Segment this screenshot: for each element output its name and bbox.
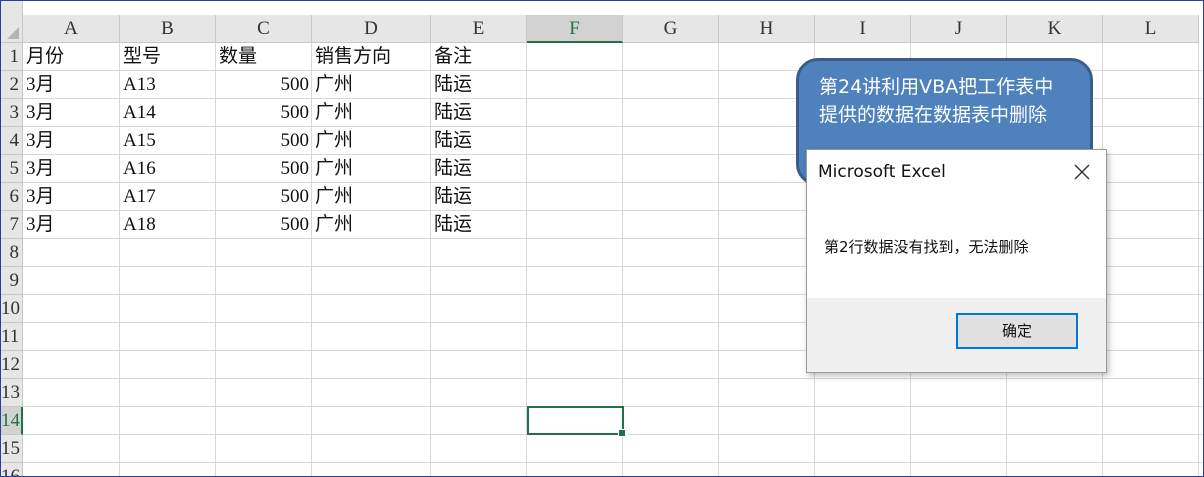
column-header-c[interactable]: C	[216, 15, 312, 43]
row-header-15[interactable]: 15	[1, 435, 23, 463]
cell-c4[interactable]: 500	[216, 127, 312, 155]
row-header-13[interactable]: 13	[1, 379, 23, 407]
dialog-title: Microsoft Excel	[818, 162, 946, 182]
row-header-14[interactable]: 14	[1, 407, 23, 435]
column-header-l[interactable]: L	[1103, 15, 1199, 43]
row-header-1[interactable]: 1	[1, 43, 23, 71]
cell-b7[interactable]: A18	[120, 211, 216, 239]
message-dialog: Microsoft Excel 第2行数据没有找到，无法删除 确定	[806, 149, 1107, 373]
cell-b3[interactable]: A14	[120, 99, 216, 127]
row-header-5[interactable]: 5	[1, 155, 23, 183]
select-all-button[interactable]	[1, 1, 23, 43]
cell-a4[interactable]: 3月	[23, 127, 120, 155]
select-all-triangle-icon	[7, 27, 19, 39]
excel-window: ABCDEFGHIJKL 1 2 3 4 5 6 7 8 9 10 11 12 13 14 15 16 月份型…	[0, 0, 1204, 477]
column-header-a[interactable]: A	[23, 15, 120, 43]
cell-b2[interactable]: A13	[120, 71, 216, 99]
row-header-8[interactable]: 8	[1, 239, 23, 267]
column-header-d[interactable]: D	[312, 15, 431, 43]
cell-e3[interactable]: 陆运	[431, 99, 527, 127]
fill-handle[interactable]	[618, 429, 626, 437]
column-header-k[interactable]: K	[1007, 15, 1103, 43]
gridline-horizontal	[23, 462, 1203, 463]
cell-e1[interactable]: 备注	[431, 43, 527, 71]
dialog-footer: 确定	[807, 298, 1106, 372]
gridline-horizontal	[23, 378, 1203, 379]
column-header-j[interactable]: J	[911, 15, 1007, 43]
cell-d1[interactable]: 销售方向	[312, 43, 431, 71]
row-header-7[interactable]: 7	[1, 211, 23, 239]
row-header-12[interactable]: 12	[1, 351, 23, 379]
ok-button[interactable]: 确定	[956, 313, 1078, 349]
cell-c6[interactable]: 500	[216, 183, 312, 211]
cell-e7[interactable]: 陆运	[431, 211, 527, 239]
ribbon-edge	[23, 1, 1203, 15]
row-header-16[interactable]: 16	[1, 463, 23, 476]
cell-a3[interactable]: 3月	[23, 99, 120, 127]
cell-d3[interactable]: 广州	[312, 99, 431, 127]
row-header-4[interactable]: 4	[1, 127, 23, 155]
gridline-vertical	[718, 43, 719, 476]
cell-a6[interactable]: 3月	[23, 183, 120, 211]
row-header-3[interactable]: 3	[1, 99, 23, 127]
cell-c7[interactable]: 500	[216, 211, 312, 239]
cell-d2[interactable]: 广州	[312, 71, 431, 99]
cell-d6[interactable]: 广州	[312, 183, 431, 211]
callout-text: 第24讲利用VBA把工作表中提供的数据在数据表中删除	[819, 76, 1054, 126]
close-icon[interactable]	[1072, 162, 1092, 182]
column-header-i[interactable]: I	[815, 15, 911, 43]
cell-b6[interactable]: A17	[120, 183, 216, 211]
cell-d5[interactable]: 广州	[312, 155, 431, 183]
cell-a7[interactable]: 3月	[23, 211, 120, 239]
cell-d4[interactable]: 广州	[312, 127, 431, 155]
column-header-g[interactable]: G	[623, 15, 719, 43]
column-header-h[interactable]: H	[719, 15, 815, 43]
selected-cell-F14[interactable]	[527, 406, 626, 437]
column-header-b[interactable]: B	[120, 15, 216, 43]
cell-e2[interactable]: 陆运	[431, 71, 527, 99]
cell-d7[interactable]: 广州	[312, 211, 431, 239]
row-header-10[interactable]: 10	[1, 295, 23, 323]
cell-e6[interactable]: 陆运	[431, 183, 527, 211]
cell-a5[interactable]: 3月	[23, 155, 120, 183]
cell-b4[interactable]: A15	[120, 127, 216, 155]
row-header-9[interactable]: 9	[1, 267, 23, 295]
column-header-e[interactable]: E	[431, 15, 527, 43]
row-header-2[interactable]: 2	[1, 71, 23, 99]
cell-c5[interactable]: 500	[216, 155, 312, 183]
cell-a2[interactable]: 3月	[23, 71, 120, 99]
row-header-11[interactable]: 11	[1, 323, 23, 351]
column-header-f[interactable]: F	[527, 15, 623, 43]
gridline-vertical	[1198, 43, 1199, 476]
cell-e5[interactable]: 陆运	[431, 155, 527, 183]
cell-b5[interactable]: A16	[120, 155, 216, 183]
cell-c3[interactable]: 500	[216, 99, 312, 127]
cell-c1[interactable]: 数量	[216, 43, 312, 71]
row-header-6[interactable]: 6	[1, 183, 23, 211]
dialog-message: 第2行数据没有找到，无法删除	[824, 238, 1029, 256]
cell-c2[interactable]: 500	[216, 71, 312, 99]
cell-e4[interactable]: 陆运	[431, 127, 527, 155]
cell-b1[interactable]: 型号	[120, 43, 216, 71]
cell-a1[interactable]: 月份	[23, 43, 120, 71]
